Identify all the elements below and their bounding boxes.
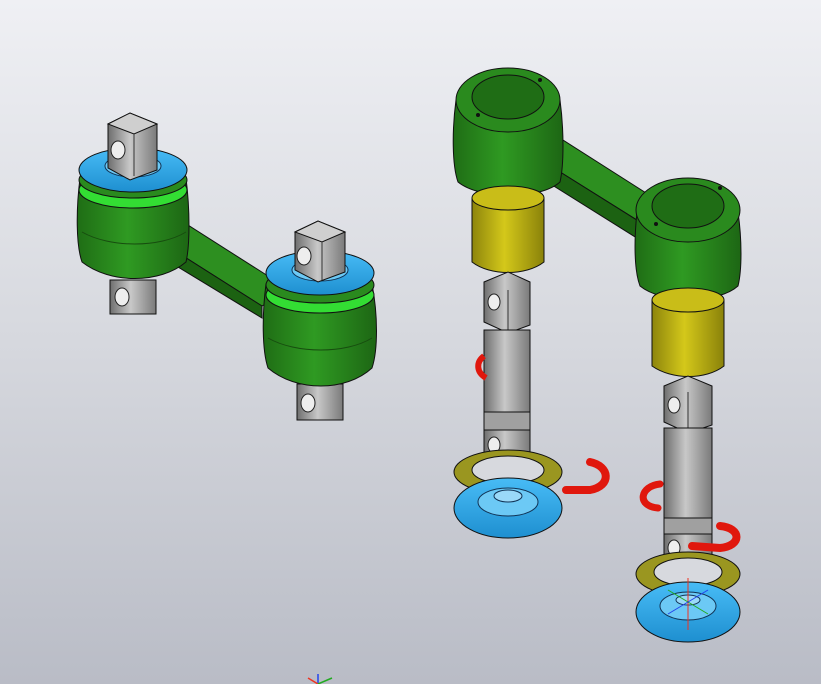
right-clip-upper — [639, 480, 664, 512]
left-washers — [453, 449, 563, 539]
cad-viewport[interactable] — [0, 0, 821, 684]
exploded-arm-icon[interactable] — [452, 67, 742, 643]
assembled-arm-icon[interactable] — [76, 112, 377, 421]
left-housing — [452, 67, 564, 196]
left-sleeve — [471, 185, 545, 273]
right-bushing — [262, 220, 377, 421]
coordinate-triad-icon — [307, 674, 333, 684]
left-pin — [483, 271, 531, 469]
left-clip-lower — [562, 458, 610, 494]
left-bushing — [76, 112, 190, 315]
right-sleeve — [651, 287, 725, 377]
right-pin — [663, 375, 713, 567]
right-housing — [634, 177, 742, 300]
model-scene[interactable] — [0, 0, 821, 684]
